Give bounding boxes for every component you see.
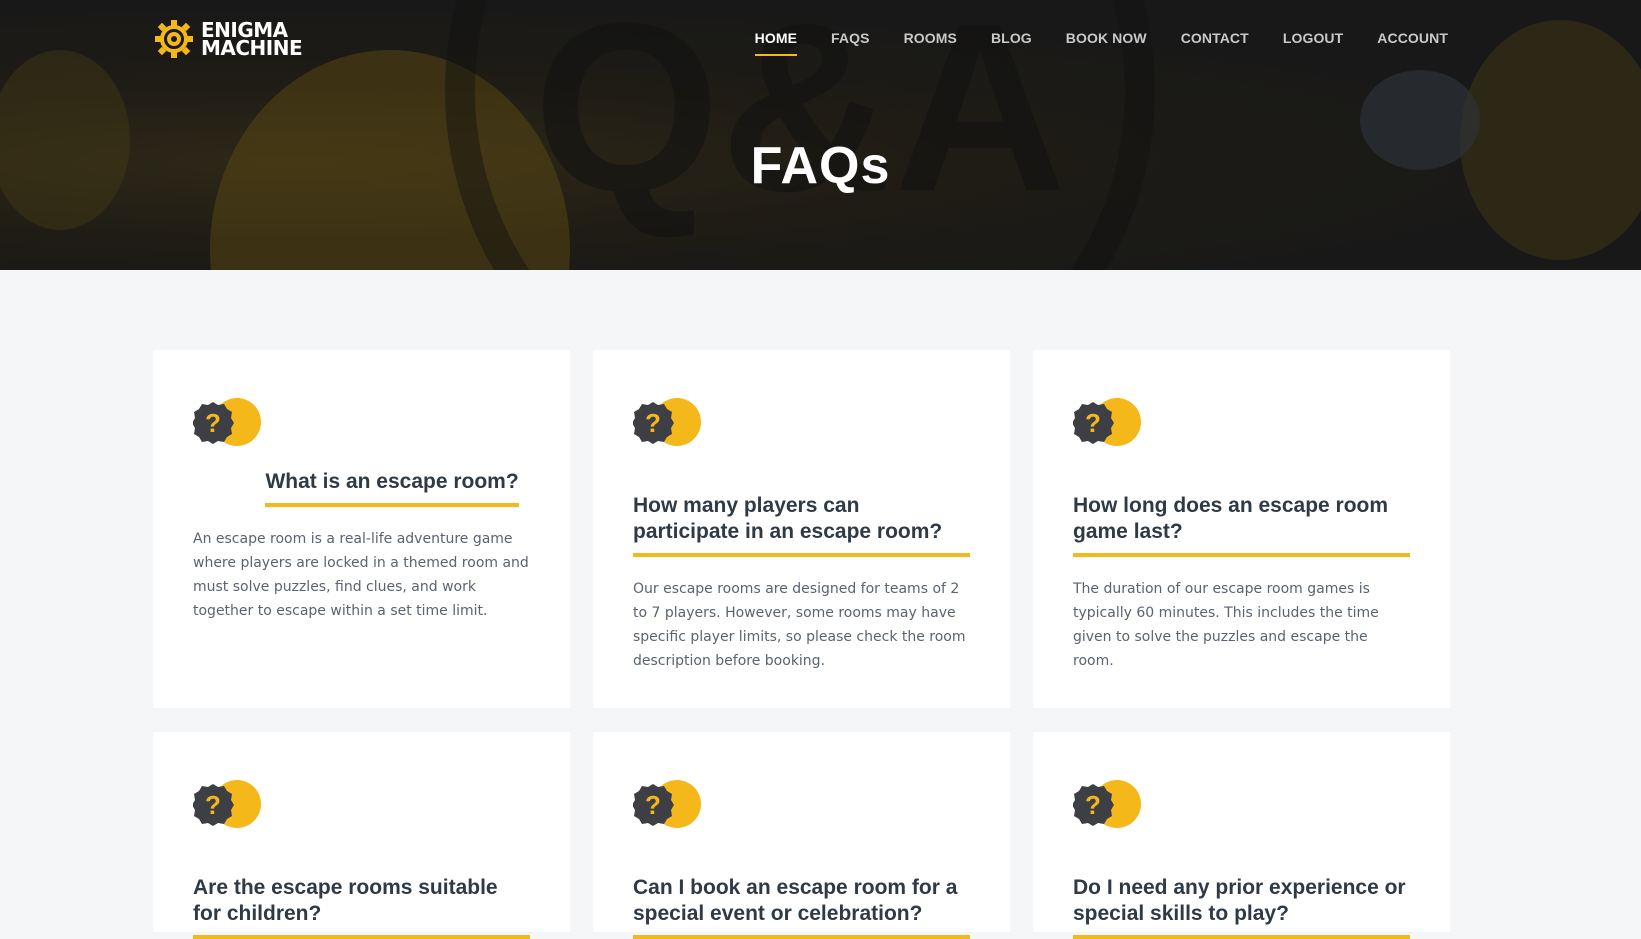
logo-line-2: MACHINE	[201, 36, 303, 60]
faq-grid: ? What is an escape room? An escape room…	[153, 350, 1451, 939]
logo-wordmark: ENIGMA MACHINE	[201, 20, 303, 60]
svg-text:?: ?	[205, 790, 221, 820]
nav-book-now[interactable]: BOOK NOW	[1066, 30, 1147, 56]
nav-account[interactable]: ACCOUNT	[1377, 30, 1448, 56]
nav-home[interactable]: HOME	[754, 30, 798, 56]
faq-question: What is an escape room?	[265, 469, 519, 507]
faq-question: Do I need any prior experience or specia…	[1073, 875, 1410, 939]
faq-question: Are the escape rooms suitable for childr…	[193, 875, 530, 939]
svg-text:?: ?	[1085, 790, 1101, 820]
faq-question: How long does an escape room game last?	[1073, 493, 1410, 557]
svg-text:?: ?	[645, 790, 661, 820]
question-badge-icon: ?	[1072, 780, 1141, 828]
faq-answer: An escape room is a real-life adventure …	[193, 531, 529, 619]
nav-contact[interactable]: CONTACT	[1181, 30, 1249, 56]
nav-logout[interactable]: LOGOUT	[1283, 30, 1343, 56]
faq-answer: The duration of our escape room games is…	[1073, 581, 1379, 669]
svg-text:?: ?	[205, 408, 221, 438]
svg-text:?: ?	[1085, 408, 1101, 438]
faq-card: ? How many players can participate in an…	[593, 350, 1010, 708]
faq-question: How many players can participate in an e…	[633, 493, 970, 557]
page-hero: Q&A ENIGMA MACHINE HOME FAQS ROOMS BLOG …	[0, 0, 1641, 270]
nav-rooms[interactable]: ROOMS	[904, 30, 957, 56]
main-nav: HOME FAQS ROOMS BLOG BOOK NOW CONTACT LO…	[721, 30, 1448, 56]
faq-card: ? How long does an escape room game last…	[1033, 350, 1450, 708]
question-badge-icon: ?	[192, 780, 261, 828]
page-title: FAQs	[750, 137, 891, 195]
svg-text:?: ?	[645, 408, 661, 438]
nav-faqs[interactable]: FAQS	[831, 30, 870, 56]
faq-question: Can I book an escape room for a special …	[633, 875, 970, 939]
site-logo[interactable]: ENIGMA MACHINE	[153, 18, 303, 60]
question-badge-icon: ?	[1072, 398, 1141, 446]
faq-card: ? Do I need any prior experience or spec…	[1033, 732, 1450, 939]
faq-card: ? What is an escape room? An escape room…	[153, 350, 570, 708]
question-badge-icon: ?	[632, 780, 701, 828]
faq-card: ? Can I book an escape room for a specia…	[593, 732, 1010, 939]
faq-card: ? Are the escape rooms suitable for chil…	[153, 732, 570, 939]
nav-blog[interactable]: BLOG	[991, 30, 1032, 56]
gear-icon	[155, 20, 193, 58]
question-badge-icon: ?	[192, 398, 261, 446]
question-badge-icon: ?	[632, 398, 701, 446]
faq-answer: Our escape rooms are designed for teams …	[633, 581, 966, 669]
